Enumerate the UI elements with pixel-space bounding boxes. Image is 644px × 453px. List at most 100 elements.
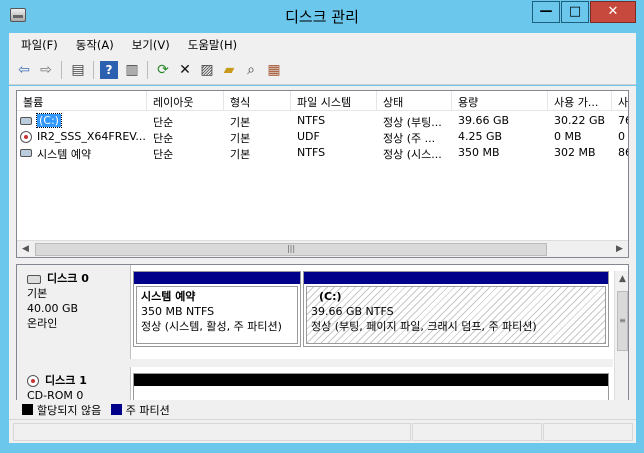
partition-status: 정상 (부팅, 페이지 파일, 크래시 덤프, 주 파티션): [311, 320, 537, 333]
open-folder-icon[interactable]: ▰: [220, 61, 238, 79]
toolbar: ⇦ ⇨ ▤ ? ▥ ⟳ ✕ ▨ ▰ ⌕ ▦: [9, 55, 636, 85]
legend: 할당되지 않음 주 파티션: [16, 400, 629, 418]
volume-filesystem: UDF: [297, 130, 320, 143]
menu-help[interactable]: 도움말(H): [176, 33, 243, 53]
scroll-up-icon[interactable]: ▲: [615, 271, 628, 288]
close-button[interactable]: ✕: [590, 1, 636, 23]
volume-capacity: 4.25 GB: [458, 130, 503, 143]
unallocated-swatch-icon: [22, 404, 33, 415]
volume-type: 기본: [230, 148, 251, 161]
menu-file[interactable]: 파일(F): [9, 33, 64, 53]
volume-type: 기본: [230, 132, 251, 145]
column-header-capacity[interactable]: 용량: [452, 91, 548, 111]
disk-separator: [17, 359, 613, 367]
status-section-3: [543, 423, 633, 441]
title-bar[interactable]: 디스크 관리 — □ ✕: [0, 0, 644, 32]
scroll-left-icon[interactable]: ◀: [17, 241, 34, 257]
maximize-button[interactable]: □: [561, 1, 589, 23]
column-header-percent-free[interactable]: 사: [612, 91, 628, 111]
primary-partition-swatch-icon: [110, 404, 122, 415]
status-section-2: [412, 423, 542, 441]
column-header-filesystem[interactable]: 파일 시스템: [291, 91, 377, 111]
column-header-layout[interactable]: 레이아웃: [147, 91, 224, 111]
volume-status: 정상 (시스...: [383, 148, 442, 161]
volume-capacity: 350 MB: [458, 146, 500, 159]
partition-system-reserved[interactable]: 시스템 예약 350 MB NTFS 정상 (시스템, 활성, 주 파티션): [133, 271, 301, 347]
settings-icon[interactable]: ▦: [265, 61, 283, 79]
disk0-state: 온라인: [27, 317, 58, 330]
volume-row-cdrom[interactable]: IR2_SSS_X64FREV... 단순 기본 UDF 정상 (주 ... 4…: [17, 129, 628, 145]
scroll-right-icon[interactable]: ▶: [611, 241, 628, 257]
disk0-size: 40.00 GB: [27, 302, 79, 315]
scroll-thumb[interactable]: ≡: [617, 291, 628, 351]
cdrom-icon: [20, 130, 34, 143]
volume-status: 정상 (주 ...: [383, 132, 436, 145]
disk-view-vscrollbar[interactable]: ▲ ≡: [614, 271, 628, 405]
volume-layout: 단순: [153, 132, 174, 145]
partition-type-bar: [134, 374, 608, 386]
partition-type-bar: [134, 272, 300, 284]
menu-view[interactable]: 보기(V): [120, 33, 176, 53]
disk-management-window: 디스크 관리 — □ ✕ 파일(F) 동작(A) 보기(V) 도움말(H) ⇦ ⇨ ▤…: [0, 0, 644, 453]
volume-filesystem: NTFS: [297, 114, 326, 127]
status-section-main: [13, 423, 411, 441]
column-header-status[interactable]: 상태: [377, 91, 452, 111]
column-header-volume[interactable]: 볼륨: [17, 91, 147, 111]
menu-action[interactable]: 동작(A): [64, 33, 120, 53]
toolbar-separator: [147, 61, 148, 79]
status-bar: [9, 419, 636, 443]
disk-graphical-view: 디스크 0 기본 40.00 GB 온라인 시스템 예약 350 MB NTFS…: [16, 264, 629, 406]
partition-type-bar: [304, 272, 608, 284]
volume-free-space: 302 MB: [554, 146, 596, 159]
refresh-icon[interactable]: ⟳: [154, 61, 172, 79]
partition-status: 정상 (시스템, 활성, 주 파티션): [141, 320, 282, 333]
partition-title: (C:): [319, 290, 342, 303]
legend-unallocated: 할당되지 않음: [37, 404, 102, 417]
disk0-partitions: 시스템 예약 350 MB NTFS 정상 (시스템, 활성, 주 파티션) (…: [131, 265, 611, 359]
volume-type: 기본: [230, 116, 251, 129]
back-arrow-icon[interactable]: ⇦: [15, 61, 33, 79]
forward-arrow-icon[interactable]: ⇨: [37, 61, 55, 79]
toolbar-separator: [93, 61, 94, 79]
volume-layout: 단순: [153, 148, 174, 161]
explore-icon[interactable]: ⌕: [242, 61, 260, 79]
show-hide-console-tree-icon[interactable]: ▤: [69, 61, 87, 79]
disk-icon: [27, 274, 41, 284]
volume-name: IR2_SSS_X64FREV...: [37, 130, 146, 143]
volume-row-c[interactable]: (C:) 단순 기본 NTFS 정상 (부팅... 39.66 GB 30.22…: [17, 113, 628, 129]
properties-sheet-icon[interactable]: ▨: [198, 61, 216, 79]
volume-disk-icon: [20, 114, 34, 127]
minimize-button[interactable]: —: [532, 1, 560, 23]
delete-icon[interactable]: ✕: [176, 61, 194, 79]
partition-c[interactable]: (C:) 39.66 GB NTFS 정상 (부팅, 페이지 파일, 크래시 덤…: [303, 271, 609, 347]
column-header-type[interactable]: 형식: [224, 91, 291, 111]
column-header-free-space[interactable]: 사용 가...: [548, 91, 612, 111]
volume-layout: 단순: [153, 116, 174, 129]
content-area: 볼륨 레이아웃 형식 파일 시스템 상태 용량 사용 가... 사 (C:) 단…: [9, 86, 636, 443]
menu-bar: 파일(F) 동작(A) 보기(V) 도움말(H): [9, 33, 636, 55]
partition-size: 39.66 GB NTFS: [311, 305, 394, 318]
volume-status: 정상 (부팅...: [383, 116, 442, 129]
disk0-type: 기본: [27, 287, 48, 300]
help-icon[interactable]: ?: [100, 61, 118, 79]
cdrom-icon: [27, 375, 39, 387]
volume-list[interactable]: 볼륨 레이아웃 형식 파일 시스템 상태 용량 사용 가... 사 (C:) 단…: [16, 90, 629, 258]
disk1-name: 디스크 1: [45, 374, 87, 387]
disk0-label[interactable]: 디스크 0 기본 40.00 GB 온라인: [17, 265, 131, 359]
properties-icon[interactable]: ▥: [123, 61, 141, 79]
disk0-name: 디스크 0: [47, 272, 89, 285]
volume-capacity: 39.66 GB: [458, 114, 510, 127]
scroll-thumb[interactable]: |||: [35, 243, 547, 256]
partition-size: 350 MB NTFS: [141, 305, 215, 318]
volume-name: (C:): [36, 113, 62, 128]
volume-row-system-reserved[interactable]: 시스템 예약 단순 기본 NTFS 정상 (시스... 350 MB 302 M…: [17, 145, 628, 161]
volume-disk-icon: [20, 146, 34, 159]
volume-percent-free: 0: [618, 130, 625, 143]
volume-percent-free: 86: [618, 146, 628, 159]
volume-free-space: 0 MB: [554, 130, 582, 143]
volume-free-space: 30.22 GB: [554, 114, 606, 127]
volume-list-hscrollbar[interactable]: ◀ ||| ▶: [17, 240, 628, 257]
partition-body: 시스템 예약 350 MB NTFS 정상 (시스템, 활성, 주 파티션): [136, 286, 298, 344]
toolbar-separator: [61, 61, 62, 79]
partition-title: 시스템 예약: [141, 290, 196, 303]
